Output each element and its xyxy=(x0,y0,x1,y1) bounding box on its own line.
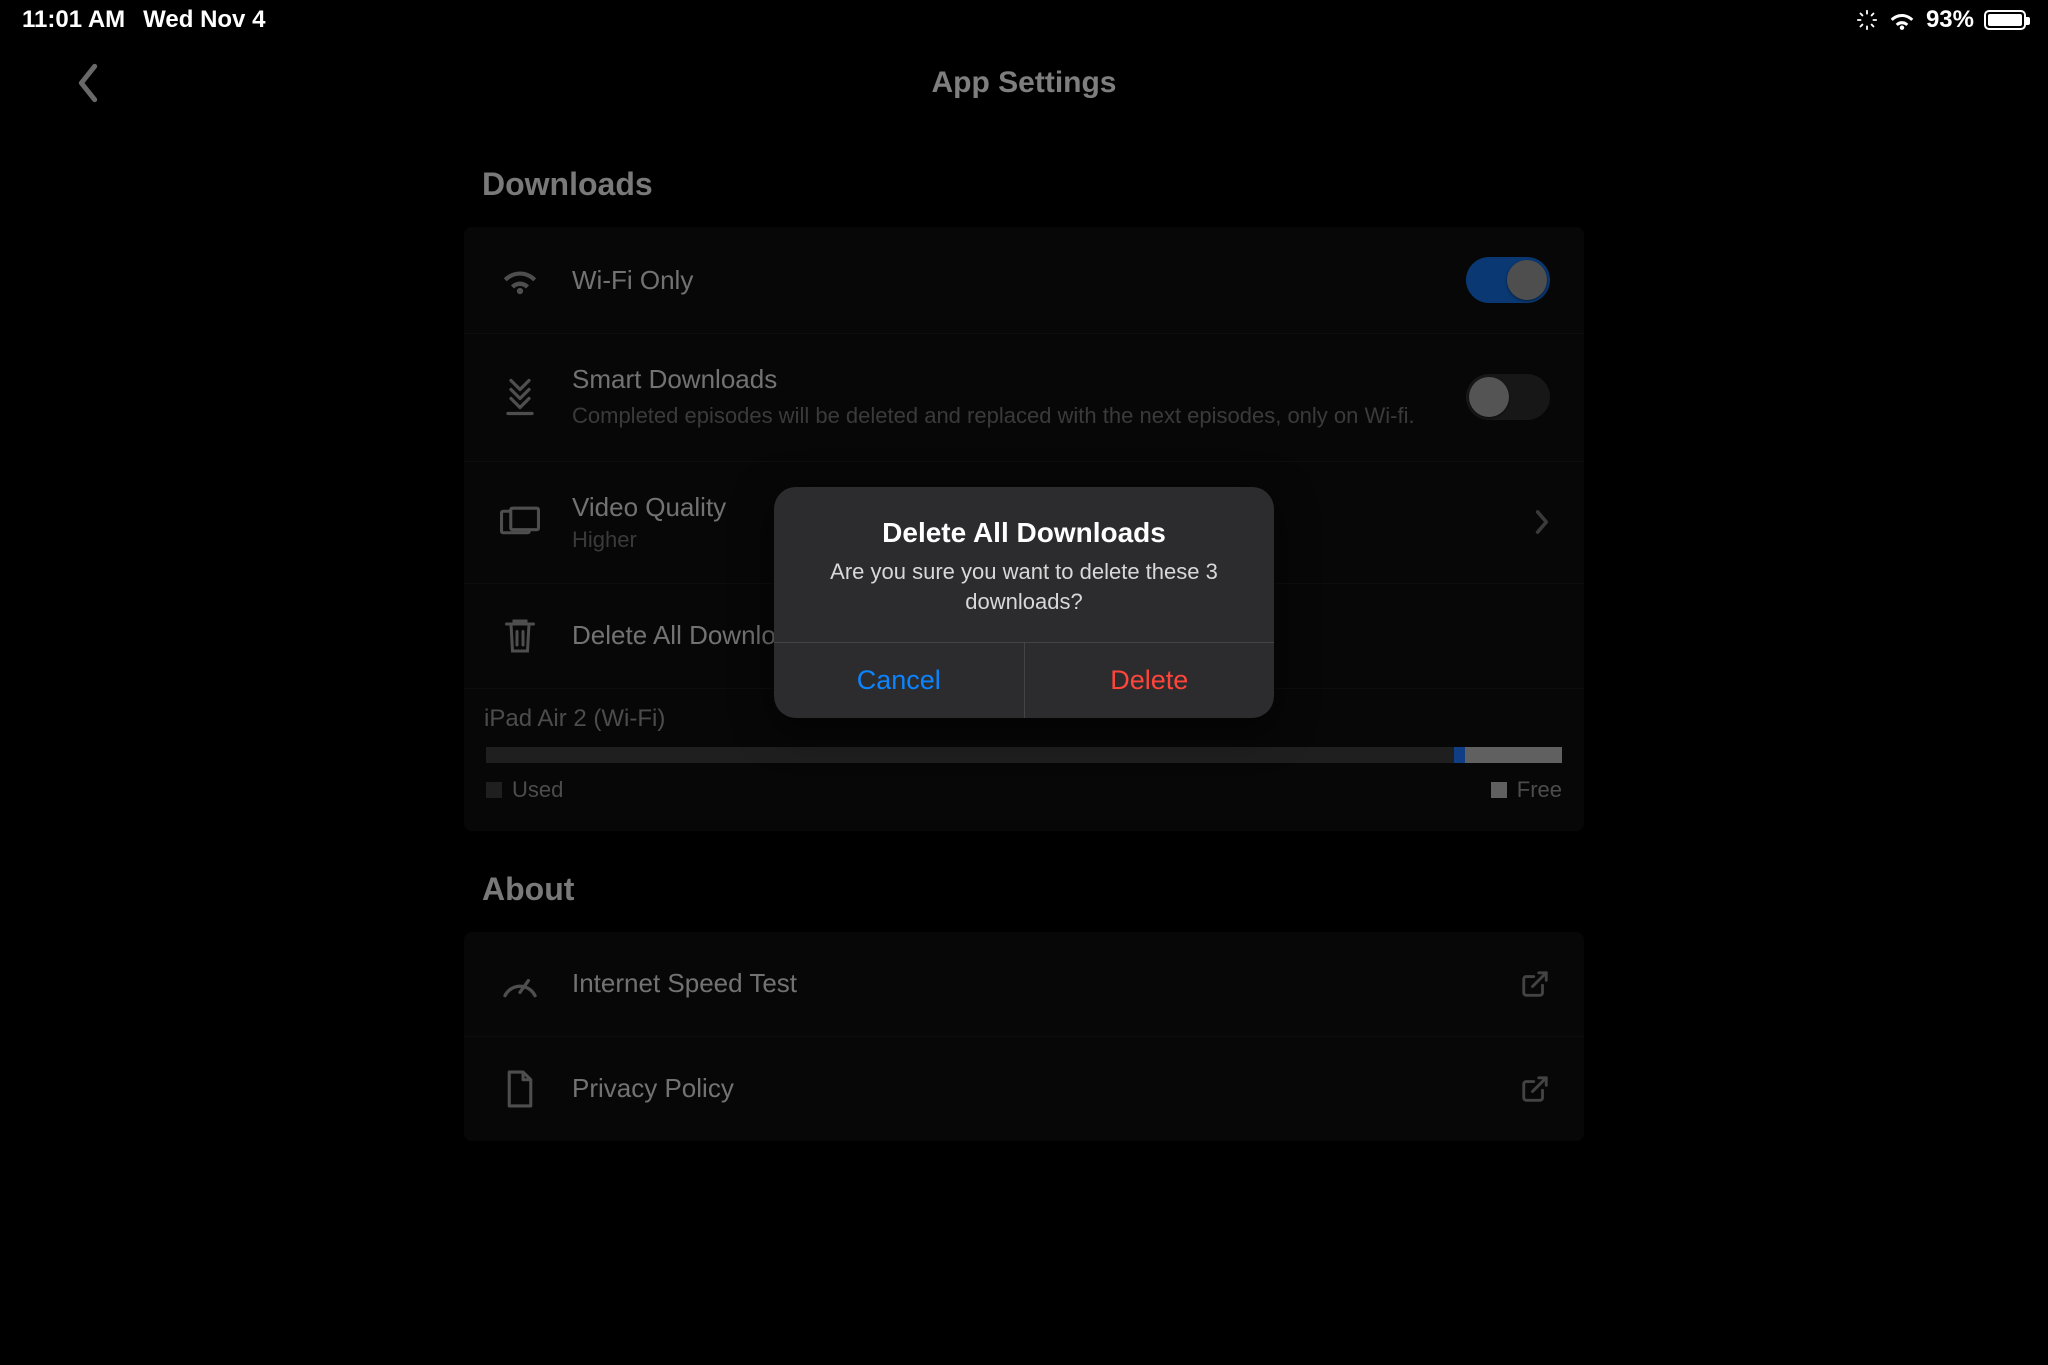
downloads-section-title: Downloads xyxy=(482,166,1584,203)
legend-free-swatch xyxy=(1491,782,1507,798)
wifi-only-toggle[interactable] xyxy=(1466,257,1550,303)
speed-test-row[interactable]: Internet Speed Test xyxy=(464,932,1584,1037)
legend-free: Free xyxy=(1491,777,1562,803)
document-icon xyxy=(498,1067,542,1111)
wifi-icon xyxy=(498,258,542,302)
chevron-right-icon xyxy=(1534,509,1550,535)
back-button[interactable] xyxy=(75,63,101,103)
legend-free-label: Free xyxy=(1517,777,1562,803)
storage-bar xyxy=(486,747,1562,763)
delete-button[interactable]: Delete xyxy=(1024,643,1275,718)
trash-icon xyxy=(498,614,542,658)
legend-used-swatch xyxy=(486,782,502,798)
speedometer-icon xyxy=(498,962,542,1006)
cancel-button[interactable]: Cancel xyxy=(774,643,1024,718)
legend-used-label: Used xyxy=(512,777,563,803)
smart-downloads-label: Smart Downloads xyxy=(572,364,1436,395)
storage-app-segment xyxy=(1454,747,1465,763)
external-link-icon xyxy=(1520,1074,1550,1104)
smart-downloads-icon xyxy=(498,375,542,419)
video-quality-icon xyxy=(498,500,542,544)
legend-used: Used xyxy=(486,777,563,803)
alert-message: Are you sure you want to delete these 3 … xyxy=(802,557,1246,616)
privacy-policy-label: Privacy Policy xyxy=(572,1073,1490,1104)
smart-downloads-row[interactable]: Smart Downloads Completed episodes will … xyxy=(464,334,1584,462)
external-link-icon xyxy=(1520,969,1550,999)
privacy-policy-row[interactable]: Privacy Policy xyxy=(464,1037,1584,1141)
alert-title: Delete All Downloads xyxy=(802,517,1246,549)
smart-downloads-sub: Completed episodes will be deleted and r… xyxy=(572,401,1436,431)
about-card: Internet Speed Test xyxy=(464,932,1584,1141)
page-title: App Settings xyxy=(932,66,1117,100)
storage-free-segment xyxy=(1465,747,1562,763)
wifi-only-label: Wi-Fi Only xyxy=(572,265,1436,296)
delete-confirm-alert: Delete All Downloads Are you sure you wa… xyxy=(774,487,1274,718)
speed-test-label: Internet Speed Test xyxy=(572,968,1490,999)
nav-bar: App Settings xyxy=(0,40,2048,126)
about-section-title: About xyxy=(482,871,1584,908)
smart-downloads-toggle[interactable] xyxy=(1466,374,1550,420)
wifi-only-row[interactable]: Wi-Fi Only xyxy=(464,227,1584,334)
storage-used-segment xyxy=(486,747,1454,763)
